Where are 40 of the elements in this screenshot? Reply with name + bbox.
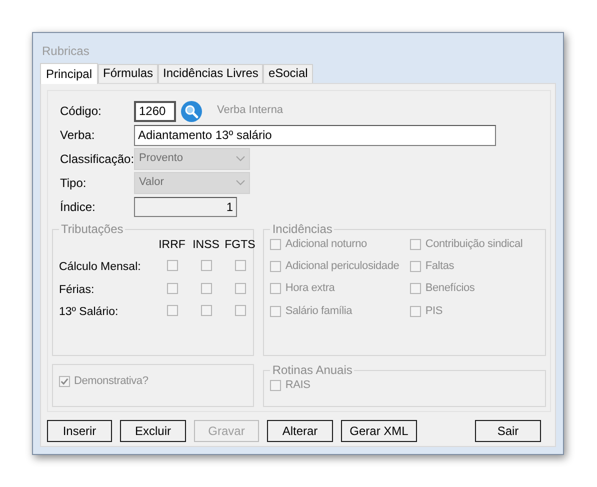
column-header: INSS [192,239,220,253]
tab[interactable]: Principal [40,63,98,84]
caret-icon [236,180,245,186]
checkbox-label: Contribuição sindical [425,238,523,252]
group-title: Rotinas Anuais [271,364,354,376]
field-label: Código: [59,104,102,118]
checkbox-label: Demonstrativa? [74,375,148,388]
group-title: Incidências [271,223,334,235]
tab[interactable]: Fórmulas [98,64,158,83]
checkbox-label: Salário família [285,304,352,318]
field-label: Tipo: [59,176,88,190]
field-label: Índice: [59,200,96,214]
caret-icon [236,156,245,162]
checkbox-label: Adicional periculosidade [285,260,400,274]
group-title: Tributações [60,223,124,235]
column-header: IRRF [158,239,186,253]
action-button[interactable]: Excluir [120,420,186,442]
field-label: Verba Interna [217,104,284,118]
row-label: Férias: [59,284,96,298]
exit-button[interactable]: Sair [475,420,541,442]
field-label: Verba: [59,128,96,142]
row-label: 13º Salário: [59,306,120,320]
column-header: FGTS [224,239,256,253]
checkbox-label: PIS [425,304,442,318]
checkbox-label: Benefícios [425,282,475,296]
text-field[interactable]: Adiantamento 13º salário [134,124,496,146]
checkbox-label: Faltas [425,260,454,274]
checkbox-label: Hora extra [285,282,335,296]
search-icon[interactable] [181,100,202,122]
tab[interactable]: eSocial [263,64,313,83]
row-label: Cálculo Mensal: [59,260,142,275]
window-title: Rubricas [42,44,90,58]
action-button[interactable]: Gerar XML [341,420,417,442]
field-label: Classificação: [59,152,134,166]
code-field[interactable]: 1260 [134,100,176,122]
action-button[interactable]: Alterar [267,420,333,442]
checkbox-label: Adicional noturno [285,238,367,252]
checkbox-label: RAIS [285,379,310,392]
action-button[interactable]: Inserir [47,420,112,442]
tab[interactable]: Incidências Livres [158,64,264,83]
